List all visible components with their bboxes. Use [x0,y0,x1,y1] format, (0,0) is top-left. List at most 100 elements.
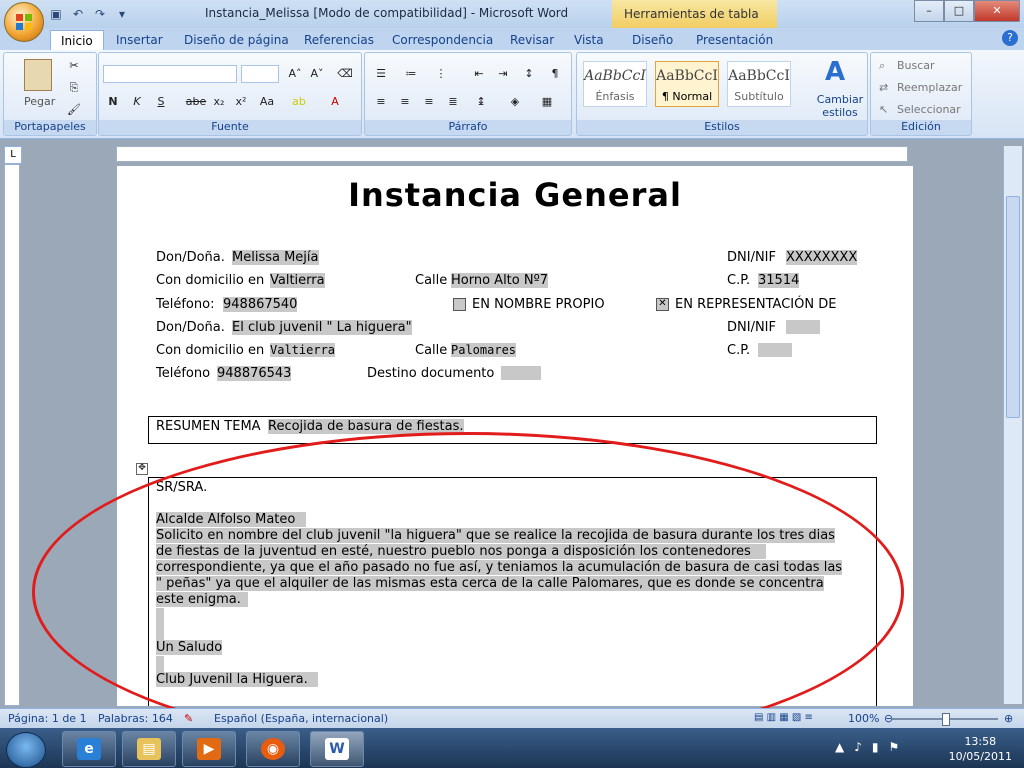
align-center-icon[interactable]: ≡ [395,93,415,111]
style-subtitulo[interactable]: AaBbCcI Subtítulo [727,61,791,107]
scrollbar-thumb[interactable] [1006,196,1020,418]
cut-icon[interactable]: ✂ [64,57,84,75]
format-painter-icon[interactable]: 🖌 [64,101,84,119]
show-marks-button[interactable]: ¶ [545,65,565,83]
underline-button[interactable]: S [151,93,171,111]
replace-icon[interactable]: ⇄ [879,81,888,94]
strikethrough-button[interactable]: abe [183,93,209,111]
word-count[interactable]: Palabras: 164 [98,712,173,725]
dni2-empty-field[interactable] [786,319,820,334]
spellcheck-icon[interactable]: ✎ [184,712,193,725]
find-button[interactable]: Buscar [897,59,935,72]
tab-referencias[interactable]: Referencias [304,30,374,50]
view-buttons[interactable]: ▤ ▥ ▦ ▧ ≡ [754,712,813,723]
increase-indent-icon[interactable]: ⇥ [493,65,513,83]
help-icon[interactable]: ? [1002,30,1018,46]
table-move-handle-icon[interactable]: ✥ [136,463,148,475]
multilevel-icon[interactable]: ⋮ [431,65,451,83]
line-spacing-icon[interactable]: ↨ [471,93,491,111]
office-button[interactable] [4,2,44,42]
minimize-button[interactable]: – [914,0,944,22]
tab-correspondencia[interactable]: Correspondencia [392,30,493,50]
show-hidden-icons-icon[interactable]: ▲ [835,740,844,754]
taskbar-ie[interactable]: e [62,731,116,767]
phone-value[interactable]: 948867540 [223,297,298,312]
zoom-in-icon[interactable]: ⊕ [1004,712,1013,725]
save-icon[interactable]: ▣ [48,6,64,22]
font-size-input[interactable] [241,65,279,83]
cp2-empty-field[interactable] [758,342,792,357]
shrink-font-button[interactable]: A˅ [307,65,327,83]
bold-button[interactable]: N [103,93,123,111]
tab-inicio[interactable]: Inicio [50,30,104,51]
representation-checkbox[interactable]: ✕ [656,298,669,311]
taskbar-word[interactable]: W [310,731,364,767]
grow-font-button[interactable]: A˄ [285,65,305,83]
redo-icon[interactable]: ↷ [92,6,108,22]
own-name-option[interactable]: EN NOMBRE PROPIO [453,297,605,312]
volume-icon[interactable]: ♪ [854,740,862,754]
own-name-checkbox[interactable] [453,298,466,311]
find-icon[interactable]: ⌕ [879,59,885,73]
city-value[interactable]: Valtierra [270,273,325,288]
justify-icon[interactable]: ≣ [443,93,463,111]
street2-value[interactable]: Palomares [451,343,517,357]
tab-selector[interactable]: L [4,146,22,164]
borders-icon[interactable]: ▦ [537,93,557,111]
page-count[interactable]: Página: 1 de 1 [8,712,87,725]
customize-qat-icon[interactable]: ▾ [114,6,130,22]
city2-value[interactable]: Valtierra [270,343,336,357]
clock[interactable]: 13:58 10/05/2011 [949,734,1012,764]
highlight-icon[interactable]: ab [289,93,309,111]
taskbar-media[interactable]: ▶ [182,731,236,767]
sort-icon[interactable]: ↕ [519,65,539,83]
maximize-button[interactable]: □ [944,0,974,22]
tab-insertar[interactable]: Insertar [116,30,163,50]
font-color-button[interactable]: A [325,93,345,111]
close-button[interactable]: ✕ [974,0,1020,22]
destination-empty-field[interactable] [501,365,541,380]
shading-icon[interactable]: ◈ [505,93,525,111]
font-name-input[interactable] [103,65,237,83]
change-styles-icon[interactable]: A [825,57,845,87]
tab-diseno-pagina[interactable]: Diseño de página [184,30,289,50]
taskbar-firefox[interactable]: ◉ [246,731,300,767]
tab-presentacion[interactable]: Presentación [696,30,773,50]
vertical-ruler[interactable] [4,164,20,706]
network-icon[interactable]: ▮ [872,740,879,754]
horizontal-ruler[interactable] [116,146,908,162]
align-right-icon[interactable]: ≡ [419,93,439,111]
language[interactable]: Español (España, internacional) [214,712,388,725]
replace-button[interactable]: Reemplazar [897,81,962,94]
tab-revisar[interactable]: Revisar [510,30,554,50]
flag-icon[interactable]: ⚑ [889,740,900,754]
style-enfasis[interactable]: AaBbCcI Énfasis [583,61,647,107]
numbering-icon[interactable]: ≔ [401,65,421,83]
select-icon[interactable]: ↖ [879,103,888,116]
align-left-icon[interactable]: ≡ [371,93,391,111]
start-button[interactable] [6,732,46,768]
vertical-scrollbar[interactable] [1003,146,1022,704]
tab-vista[interactable]: Vista [574,30,604,50]
change-styles-button[interactable]: Cambiar estilos [813,93,867,119]
dni-value[interactable]: XXXXXXXX [786,250,858,265]
zoom-level[interactable]: 100% [848,712,879,725]
cp-value[interactable]: 31514 [758,273,800,288]
paste-icon[interactable] [24,59,52,91]
subscript-button[interactable]: x₂ [209,93,229,111]
select-button[interactable]: Seleccionar [897,103,961,116]
style-normal[interactable]: AaBbCcI ¶ Normal [655,61,719,107]
street-value[interactable]: Horno Alto Nº7 [451,273,548,288]
clear-format-icon[interactable]: ⌫ [335,65,355,83]
phone2-value[interactable]: 948876543 [217,366,292,381]
decrease-indent-icon[interactable]: ⇤ [469,65,489,83]
italic-button[interactable]: K [127,93,147,111]
change-case-button[interactable]: Aa [257,93,277,111]
zoom-slider-thumb[interactable] [942,713,950,726]
tab-diseno[interactable]: Diseño [632,30,673,50]
superscript-button[interactable]: x² [231,93,251,111]
bullets-icon[interactable]: ☰ [371,65,391,83]
undo-icon[interactable]: ↶ [70,6,86,22]
representation-option[interactable]: ✕ EN REPRESENTACIÓN DE [656,297,836,312]
copy-icon[interactable]: ⎘ [64,79,84,97]
